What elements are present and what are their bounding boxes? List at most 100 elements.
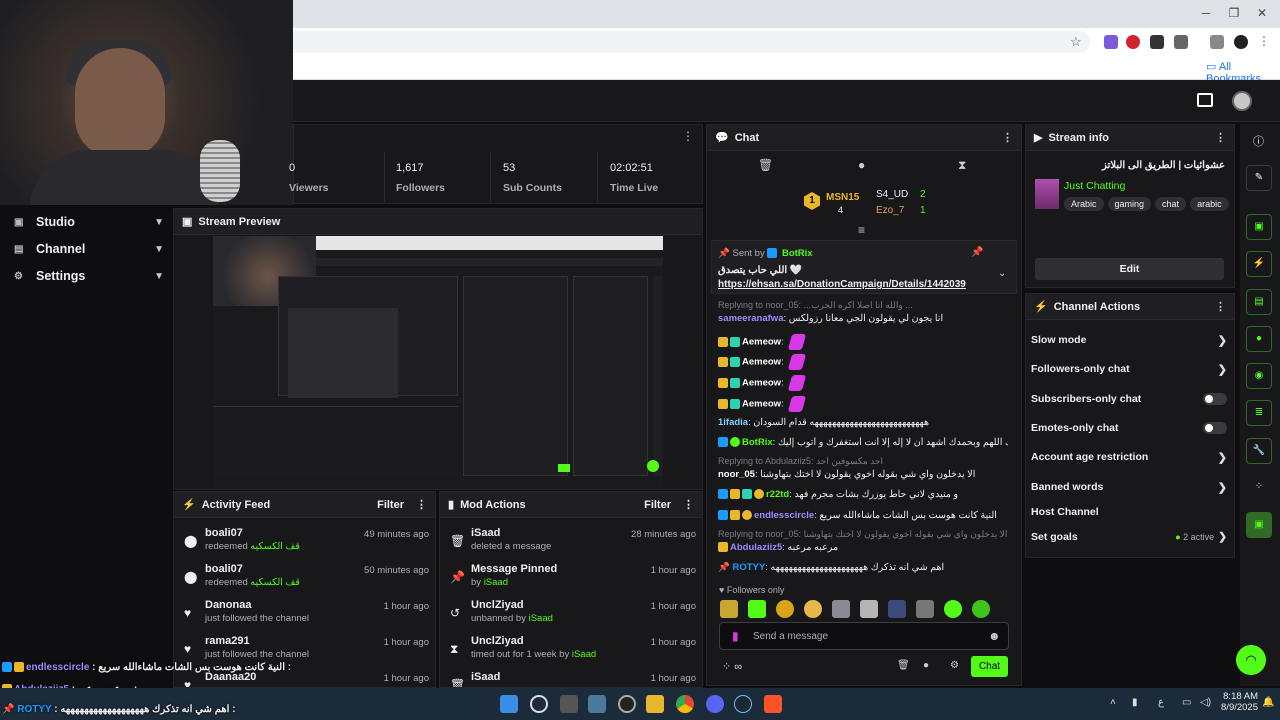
- puzzle-icon[interactable]: [1174, 35, 1188, 49]
- emote-icon[interactable]: [832, 600, 850, 618]
- steam-icon[interactable]: [734, 695, 752, 713]
- emote-icon[interactable]: [888, 600, 906, 618]
- points-icon[interactable]: ⁘: [1246, 475, 1272, 501]
- restore-button[interactable]: ❐: [1224, 4, 1244, 22]
- lightning-icon[interactable]: ⚡: [1246, 251, 1272, 277]
- category-name[interactable]: Just Chatting: [1064, 180, 1125, 192]
- extension-icon[interactable]: [1126, 35, 1140, 49]
- task-view-icon[interactable]: [560, 695, 578, 713]
- windows-start-icon[interactable]: [500, 695, 518, 713]
- emote-icon[interactable]: [720, 600, 738, 618]
- edit-button[interactable]: Edit: [1035, 258, 1224, 280]
- username[interactable]: UnclZiyad: [471, 599, 524, 611]
- clock[interactable]: 8:18 AM 8/9/2025: [1220, 691, 1258, 713]
- chrome-icon[interactable]: [676, 695, 694, 713]
- username[interactable]: boali07: [205, 527, 243, 539]
- bookmark-star-icon[interactable]: ☆: [1070, 34, 1082, 50]
- kebab-icon[interactable]: ⋮: [1215, 300, 1226, 313]
- filter-button[interactable]: Filter: [377, 499, 404, 511]
- search-icon[interactable]: [530, 695, 548, 713]
- collapse-icon[interactable]: ≡: [858, 223, 865, 237]
- help-button[interactable]: ◠: [1236, 645, 1266, 675]
- send-chat-button[interactable]: Chat: [971, 656, 1008, 677]
- discord-icon[interactable]: [706, 695, 724, 713]
- avatar[interactable]: [1234, 35, 1248, 49]
- emote-icon[interactable]: [748, 600, 766, 618]
- emote-icon[interactable]: [944, 600, 962, 618]
- address-bar[interactable]: [280, 31, 1090, 53]
- volume-icon[interactable]: ◁): [1200, 697, 1211, 708]
- kick-logo-icon[interactable]: [1197, 93, 1213, 107]
- subscribers-only-item[interactable]: Subscribers-only chat: [1031, 386, 1227, 412]
- info-icon[interactable]: ⓘ: [1253, 133, 1264, 149]
- account-age-item[interactable]: Account age restriction ❯: [1031, 444, 1227, 470]
- minimize-button[interactable]: ─: [1196, 4, 1216, 22]
- media-icon[interactable]: [1210, 35, 1224, 49]
- slow-mode-item[interactable]: Slow mode ❯: [1031, 327, 1227, 353]
- username[interactable]: UnclZiyad: [471, 635, 524, 647]
- network-icon[interactable]: ▭: [1182, 697, 1191, 708]
- message-icon[interactable]: ●: [923, 660, 929, 671]
- chevron-down-icon[interactable]: ⌄: [998, 268, 1006, 279]
- pin-icon[interactable]: 📌: [971, 247, 983, 258]
- document-icon[interactable]: ▤: [1246, 289, 1272, 315]
- set-goals-item[interactable]: Set goals ● 2 active ❯: [1031, 524, 1227, 550]
- trash-icon[interactable]: 🗑: [758, 158, 773, 172]
- emote-icon[interactable]: [804, 600, 822, 618]
- emote-icon[interactable]: [916, 600, 934, 618]
- emote-icon[interactable]: [972, 600, 990, 618]
- gear-icon[interactable]: ⚙: [950, 660, 959, 671]
- kebab-icon[interactable]: ⋮: [682, 129, 694, 143]
- brave-icon[interactable]: [764, 695, 782, 713]
- emote-icon[interactable]: [776, 600, 794, 618]
- hourglass-icon[interactable]: ⧗: [958, 158, 966, 173]
- stream-preview-video[interactable]: [213, 236, 663, 488]
- username[interactable]: Danonaa: [205, 599, 251, 611]
- leader-name[interactable]: S4_UD: [876, 189, 908, 200]
- microphone-icon[interactable]: ▮: [732, 629, 739, 643]
- avatar[interactable]: [1232, 91, 1252, 111]
- folder-icon[interactable]: [646, 695, 664, 713]
- banned-words-item[interactable]: Banned words ❯: [1031, 474, 1227, 500]
- filter-button[interactable]: Filter: [644, 499, 671, 511]
- chat-input[interactable]: ▮ Send a message ☻: [719, 622, 1009, 650]
- browser-menu-icon[interactable]: ⋮: [1258, 34, 1270, 48]
- edit-icon[interactable]: ✎: [1246, 165, 1272, 191]
- emote-icon[interactable]: [860, 600, 878, 618]
- username[interactable]: rama291: [205, 635, 250, 647]
- layout-icon[interactable]: ▣: [1246, 214, 1272, 240]
- pinned-link[interactable]: https://ehsan.sa/DonationCampaign/Detail…: [718, 279, 966, 290]
- microphone-icon[interactable]: ▮: [1132, 697, 1138, 708]
- app-icon[interactable]: [588, 695, 606, 713]
- obs-icon[interactable]: [618, 695, 636, 713]
- close-button[interactable]: ✕: [1252, 4, 1272, 22]
- emotes-only-toggle[interactable]: [1203, 422, 1227, 434]
- sidebar-item-channel[interactable]: ▤ Channel ▼: [14, 237, 164, 261]
- emoji-icon[interactable]: ☻: [988, 629, 1001, 643]
- sidebar-item-studio[interactable]: ▣ Studio ▼: [14, 210, 164, 234]
- leader-name[interactable]: Ezo_7: [876, 205, 904, 216]
- host-channel-item[interactable]: Host Channel: [1031, 499, 1227, 525]
- extension-icon[interactable]: [1104, 35, 1118, 49]
- username[interactable]: iSaad: [471, 527, 500, 539]
- game-icon[interactable]: ▣: [1246, 512, 1272, 538]
- leader-name[interactable]: MSN15: [826, 192, 859, 203]
- subscribers-only-toggle[interactable]: [1203, 393, 1227, 405]
- followers-only-item[interactable]: Followers-only chat ❯: [1031, 356, 1227, 382]
- kebab-icon[interactable]: ⋮: [1002, 131, 1013, 144]
- username[interactable]: boali07: [205, 563, 243, 575]
- notification-icon[interactable]: 🔔: [1262, 697, 1274, 708]
- chat-icon[interactable]: ●: [1246, 326, 1272, 352]
- sidebar-item-settings[interactable]: ⚙ Settings ▼: [14, 264, 164, 288]
- wrench-icon[interactable]: 🔧: [1246, 438, 1272, 464]
- extension-icon[interactable]: [1150, 35, 1164, 49]
- points-icon[interactable]: ⁘ ∞: [722, 660, 742, 673]
- username[interactable]: iSaad: [471, 671, 500, 683]
- message-icon[interactable]: ●: [858, 158, 865, 172]
- kebab-icon[interactable]: ⋮: [1215, 131, 1226, 144]
- tray-chevron-icon[interactable]: ˄: [1110, 697, 1116, 708]
- emotes-only-item[interactable]: Emotes-only chat: [1031, 415, 1227, 441]
- language-indicator[interactable]: ع: [1158, 697, 1164, 708]
- kebab-icon[interactable]: ⋮: [416, 498, 427, 511]
- broadcast-icon[interactable]: ◉: [1246, 363, 1272, 389]
